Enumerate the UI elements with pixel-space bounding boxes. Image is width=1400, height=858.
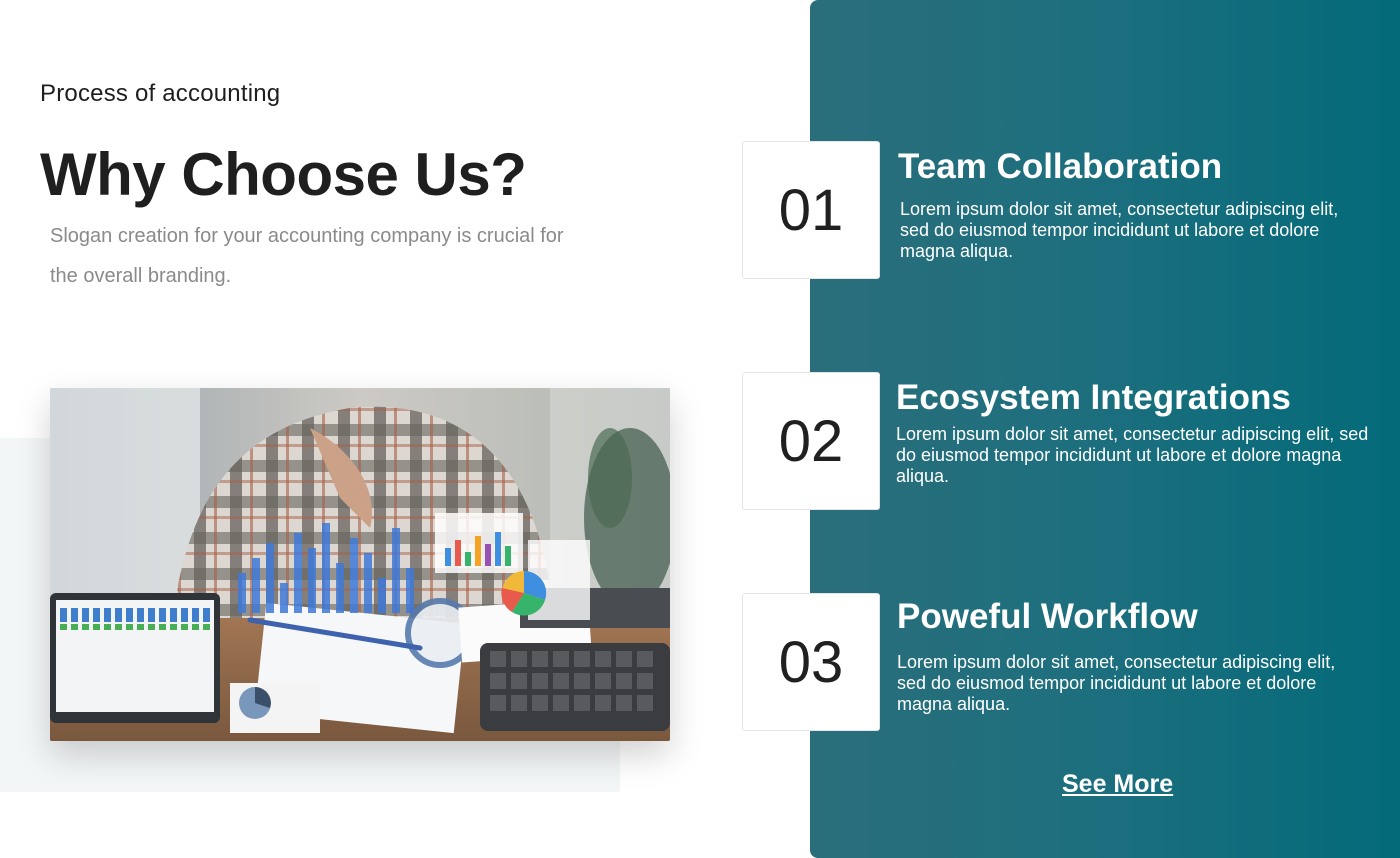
feature-title: Poweful Workflow [897, 597, 1198, 636]
feature-item-powerful-workflow: 03 Poweful Workflow Lorem ipsum dolor si… [742, 593, 1382, 731]
page-title: Why Choose Us? [40, 141, 527, 208]
see-more-link[interactable]: See More [1062, 770, 1173, 799]
feature-item-ecosystem-integrations: 02 Ecosystem Integrations Lorem ipsum do… [742, 372, 1382, 510]
feature-item-team-collaboration: 01 Team Collaboration Lorem ipsum dolor … [742, 141, 1382, 279]
feature-number: 03 [742, 593, 880, 731]
feature-title: Team Collaboration [898, 147, 1223, 186]
accounting-photo [50, 388, 670, 741]
section-eyebrow: Process of accounting [40, 80, 281, 107]
feature-number: 02 [742, 372, 880, 510]
feature-title: Ecosystem Integrations [896, 378, 1291, 417]
slogan-text: Slogan creation for your accounting comp… [50, 225, 564, 287]
feature-number: 01 [742, 141, 880, 279]
feature-description: Lorem ipsum dolor sit amet, consectetur … [897, 652, 1336, 714]
feature-description: Lorem ipsum dolor sit amet, consectetur … [896, 424, 1369, 486]
feature-description: Lorem ipsum dolor sit amet, consectetur … [900, 199, 1339, 261]
